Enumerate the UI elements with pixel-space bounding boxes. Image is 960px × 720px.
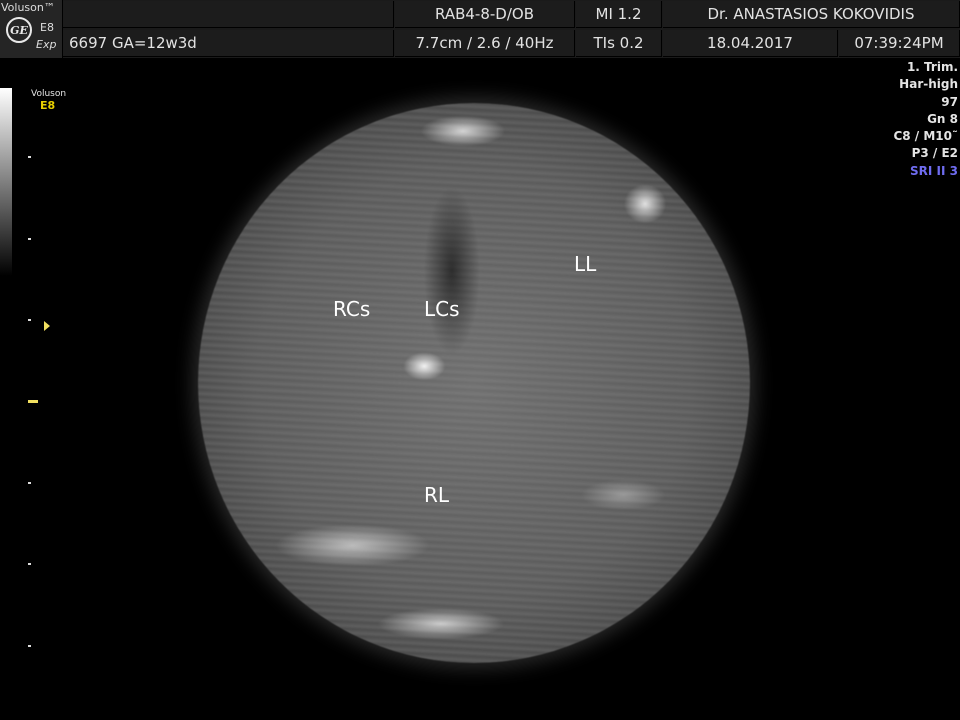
mode-label: Exp [36,38,57,51]
depth-tick [28,563,31,565]
param-gain: Gn 8 [927,111,958,126]
ge-logo-icon: GE [6,17,32,43]
brand-name: Voluson™ [1,1,55,14]
doctor-name: Dr. ANASTASIOS KOKOVIDIS [663,1,960,28]
focus-depth-marker [28,400,38,403]
left-brand: Voluson E8 [31,89,66,111]
param-harmonic: Har-high [899,77,958,92]
depth-tick [28,156,31,158]
grayscale-bar [0,88,12,276]
header-bar: Voluson™ GE E8 Exp RAB4-8-D/OB MI 1.2 Dr… [0,0,960,59]
depth-tick [28,238,31,240]
param-sri: SRI II 3 [910,163,958,178]
focus-marker-icon[interactable] [44,321,50,331]
depth-tick [28,645,31,647]
param-trimester: 1. Trim. [906,60,958,74]
param-c-m: C8 / M10˜ [893,129,958,144]
depth-tick [28,482,31,484]
depth-tick [28,319,31,321]
exam-date: 18.04.2017 [663,30,838,57]
probe-label: RAB4-8-D/OB [395,1,575,28]
param-frame: 97 [941,94,958,109]
header-empty-cell [63,1,394,28]
brand-box: Voluson™ GE E8 Exp [0,0,63,58]
annotation-rcs[interactable]: RCs [333,297,370,321]
exam-time: 07:39:24PM [839,30,960,57]
annotation-rl[interactable]: RL [424,483,449,507]
annotation-lcs[interactable]: LCs [424,297,460,321]
mi-value: MI 1.2 [576,1,662,28]
annotation-ll[interactable]: LL [574,252,596,276]
param-p-e: P3 / E2 [911,146,958,161]
ultrasound-image[interactable] [198,103,750,663]
model-name: E8 [40,21,54,34]
left-brand-version: E8 [40,99,56,112]
scan-parameters: 1. Trim. Har-high 97 Gn 8 C8 / M10˜ P3 /… [893,59,958,180]
tis-value: TIs 0.2 [576,30,662,57]
patient-ga: 6697 GA=12w3d [63,30,394,57]
depth-frequency: 7.7cm / 2.6 / 40Hz [395,30,575,57]
